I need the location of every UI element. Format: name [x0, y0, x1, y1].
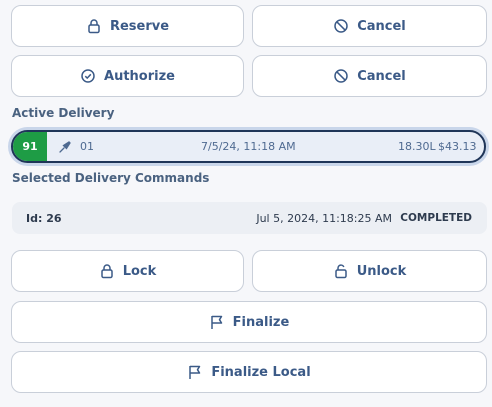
- check-circle-icon: [80, 68, 96, 84]
- command-row[interactable]: Id: 26 Jul 5, 2024, 11:18:25 AM COMPLETE…: [12, 202, 487, 234]
- command-timestamp: Jul 5, 2024, 11:18:25 AM: [256, 211, 392, 225]
- finalize-local-button[interactable]: Finalize Local: [11, 351, 487, 393]
- reserve-button[interactable]: Reserve: [11, 5, 244, 47]
- active-delivery-row[interactable]: 91 01 7/5/24, 11:18 AM 18.30L $43.13: [11, 130, 486, 163]
- finalize-button[interactable]: Finalize: [11, 301, 487, 343]
- cancel-icon: [333, 68, 349, 84]
- unlock-label: Unlock: [356, 263, 407, 279]
- grade-badge: 91: [13, 132, 47, 161]
- flag-icon: [187, 364, 203, 380]
- cancel-icon: [333, 18, 349, 34]
- lock-icon: [86, 18, 102, 34]
- command-id: Id: 26: [26, 211, 62, 225]
- cancel-reserve-button[interactable]: Cancel: [252, 5, 487, 47]
- finalize-local-label: Finalize Local: [211, 364, 311, 380]
- command-status: COMPLETED: [400, 212, 472, 224]
- nozzle-icon: [58, 140, 72, 154]
- cancel-label: Cancel: [357, 68, 406, 84]
- delivery-time: 7/5/24, 11:18 AM: [201, 140, 296, 153]
- cancel-label: Cancel: [357, 18, 406, 34]
- delivery-panel: Reserve Cancel Authorize Cancel Active D…: [0, 0, 492, 407]
- delivery-volume: 18.30L: [398, 140, 436, 153]
- lock-button[interactable]: Lock: [11, 250, 244, 292]
- lock-icon: [99, 263, 115, 279]
- pump-number: 01: [80, 140, 94, 153]
- commands-heading: Selected Delivery Commands: [12, 171, 210, 185]
- lock-label: Lock: [122, 263, 157, 279]
- authorize-button[interactable]: Authorize: [11, 55, 244, 97]
- reserve-label: Reserve: [109, 18, 170, 34]
- unlock-button[interactable]: Unlock: [252, 250, 487, 292]
- flag-icon: [209, 314, 225, 330]
- cancel-authorize-button[interactable]: Cancel: [252, 55, 487, 97]
- active-delivery-heading: Active Delivery: [12, 106, 115, 120]
- unlock-icon: [333, 263, 349, 279]
- authorize-label: Authorize: [104, 68, 175, 84]
- delivery-amount: $43.13: [438, 140, 477, 153]
- finalize-label: Finalize: [232, 314, 290, 330]
